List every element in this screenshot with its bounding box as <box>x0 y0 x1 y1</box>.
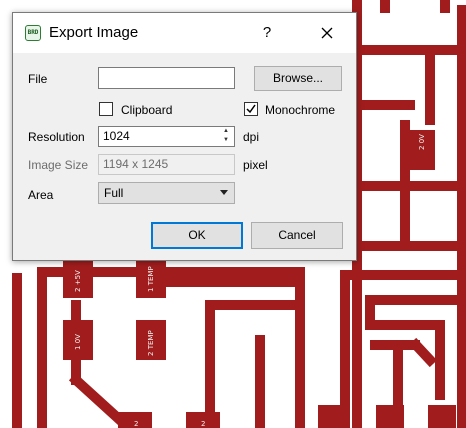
pad-label: 2 <box>134 420 138 428</box>
pad-label: 1 TEMP <box>147 266 155 292</box>
browse-button[interactable]: Browse... <box>254 66 342 91</box>
trace <box>408 337 438 368</box>
pad-label: 2 <box>201 420 205 428</box>
export-image-dialog: BRD Export Image ? File Browse... Clipbo… <box>12 12 357 261</box>
monochrome-checkbox[interactable] <box>244 102 258 116</box>
resolution-unit: dpi <box>243 130 260 144</box>
pad-label: 2 TEMP <box>147 330 155 356</box>
pad-label: 1 0V <box>74 334 82 350</box>
resolution-label: Resolution <box>28 130 85 144</box>
clipboard-checkbox[interactable] <box>99 102 113 116</box>
chevron-down-icon <box>220 190 228 195</box>
resolution-spinbox[interactable]: 1024 ▲ ▼ <box>98 126 235 147</box>
file-label: File <box>28 72 48 86</box>
dialog-title: Export Image <box>49 24 139 41</box>
area-label: Area <box>28 188 54 202</box>
clipboard-label: Clipboard <box>121 103 173 117</box>
pad <box>318 405 346 428</box>
help-button[interactable]: ? <box>251 17 283 49</box>
file-input[interactable] <box>98 67 235 89</box>
spin-down-icon[interactable]: ▼ <box>219 136 233 145</box>
area-select[interactable]: Full <box>98 182 235 204</box>
image-size-field: 1194 x 1245 <box>98 154 235 175</box>
pad-label: 2 0V <box>418 134 426 150</box>
image-size-value: 1194 x 1245 <box>103 157 169 171</box>
image-size-unit: pixel <box>243 158 268 172</box>
app-icon: BRD <box>25 25 41 41</box>
ok-button[interactable]: OK <box>151 222 243 249</box>
monochrome-label: Monochrome <box>265 103 336 117</box>
close-button[interactable] <box>303 17 351 49</box>
image-size-label: Image Size <box>28 158 89 172</box>
pad <box>428 405 456 428</box>
close-icon <box>321 27 333 39</box>
resolution-value: 1024 <box>103 129 130 143</box>
spin-up-icon[interactable]: ▲ <box>219 127 233 136</box>
pad <box>376 405 404 428</box>
dialog-titlebar[interactable]: BRD Export Image ? <box>13 13 356 53</box>
pad-label: 2 +5V <box>74 270 82 292</box>
cancel-button[interactable]: Cancel <box>251 222 343 249</box>
area-selected: Full <box>104 186 124 200</box>
checkmark-icon <box>246 104 256 114</box>
trace <box>68 372 128 428</box>
